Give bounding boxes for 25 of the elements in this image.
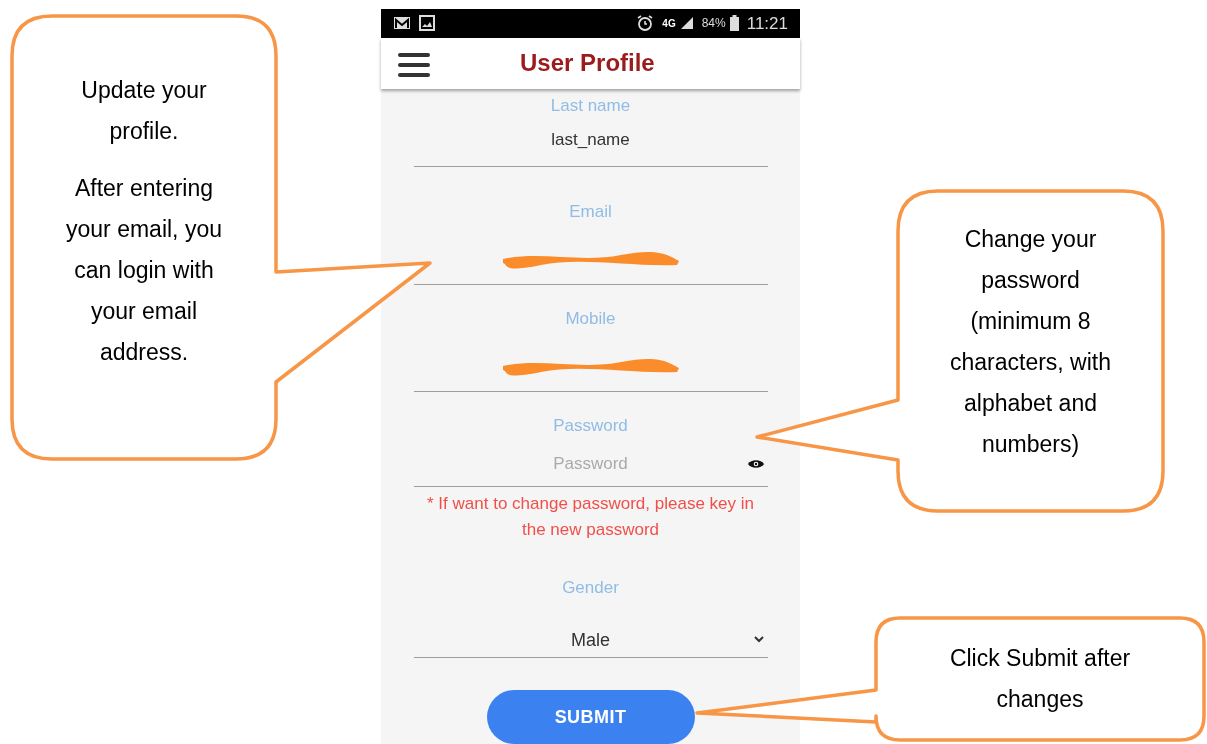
menu-icon[interactable] — [398, 52, 430, 77]
submit-button[interactable]: SUBMIT — [486, 690, 695, 744]
signal-icon — [679, 16, 694, 31]
field-label: Last name — [550, 95, 631, 117]
mail-icon — [393, 16, 411, 31]
eye-icon[interactable] — [747, 458, 764, 469]
password-hint: * If want to change password, please key in the new password — [426, 492, 755, 541]
app-title: User Profile — [520, 48, 655, 79]
callout-text: Click Submit after changes — [948, 644, 1132, 714]
field-label: Gender — [562, 576, 619, 599]
field-label: Password — [553, 415, 628, 437]
callout-text: Update your profile. — [80, 76, 208, 146]
callout-text: After entering your email, you can login with your email address. — [65, 174, 223, 367]
gender-select[interactable]: Male — [413, 624, 768, 658]
network-type: 4G — [662, 16, 676, 31]
field-label: Email — [569, 201, 612, 223]
image-icon — [419, 15, 435, 32]
battery-icon — [729, 15, 739, 32]
field-label: Mobile — [565, 308, 616, 330]
callout-text: Change your password (minimum 8 characters, with alphabet and numbers) — [948, 225, 1113, 459]
battery-percent: 84% — [701, 15, 726, 33]
chevron-down-icon — [753, 636, 764, 643]
clock: 11:21 — [746, 12, 788, 35]
text-field[interactable]: last_name — [413, 126, 768, 167]
alarm-icon — [636, 14, 655, 33]
